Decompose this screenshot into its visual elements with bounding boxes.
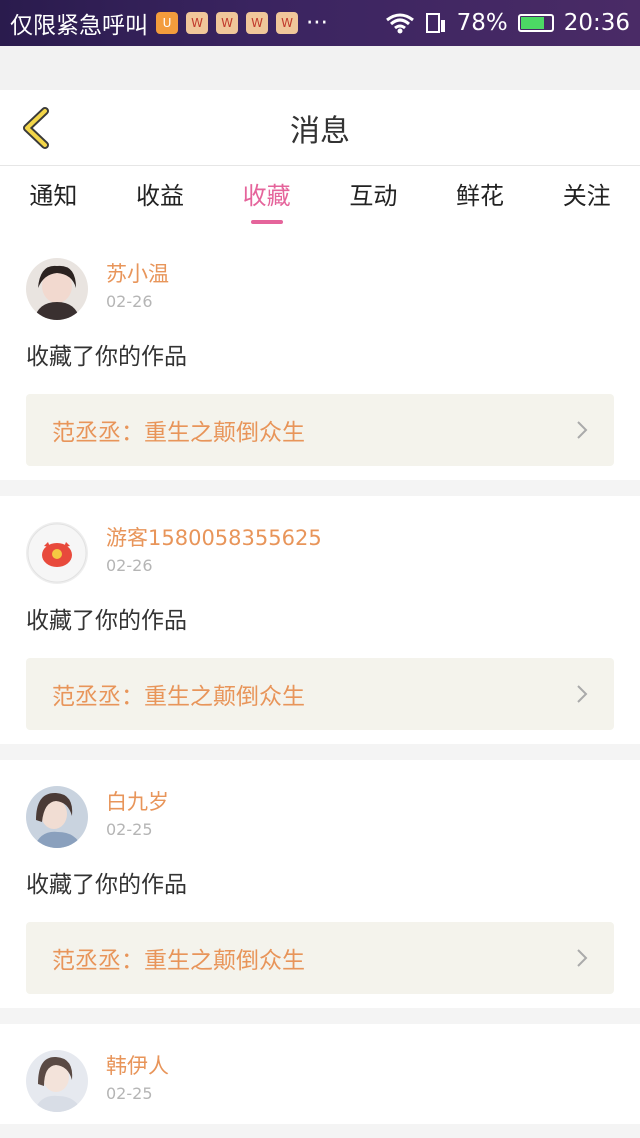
chevron-right-icon (577, 685, 588, 703)
avatar[interactable] (26, 522, 88, 584)
username[interactable]: 白九岁 (106, 788, 169, 816)
active-tab-indicator (250, 220, 283, 224)
tab-flowers[interactable]: 鲜花 (427, 166, 534, 232)
spacer (0, 46, 640, 90)
clock: 20:36 (563, 10, 630, 36)
list-item: 苏小温 02-26 收藏了你的作品 范丞丞：重生之颠倒众生 (0, 232, 640, 480)
tab-bar: 通知 收益 收藏 互动 鲜花 关注 (0, 166, 640, 232)
page-title: 消息 (290, 113, 350, 149)
sim-icon (425, 13, 445, 33)
list-item: 游客1580058355625 02-26 收藏了你的作品 范丞丞：重生之颠倒众… (0, 496, 640, 744)
back-button[interactable] (16, 104, 56, 152)
work-link[interactable]: 范丞丞：重生之颠倒众生 (26, 394, 614, 466)
timestamp: 02-26 (106, 292, 153, 311)
uc-browser-icon: U (156, 12, 178, 34)
work-title: 范丞丞：重生之颠倒众生 (52, 948, 305, 974)
chevron-right-icon (577, 421, 588, 439)
username[interactable]: 韩伊人 (106, 1052, 169, 1080)
tab-label: 收藏 (242, 182, 291, 210)
timestamp: 02-25 (106, 820, 153, 839)
chevron-left-icon (23, 107, 49, 149)
weibo-icon: W (276, 12, 298, 34)
status-right: 78% 20:36 (385, 10, 630, 36)
tab-follow[interactable]: 关注 (533, 166, 640, 232)
tab-label: 鲜花 (456, 182, 505, 210)
work-title: 范丞丞：重生之颠倒众生 (52, 684, 305, 710)
timestamp: 02-25 (106, 1084, 153, 1103)
work-link[interactable]: 范丞丞：重生之颠倒众生 (26, 922, 614, 994)
username[interactable]: 游客1580058355625 (106, 524, 322, 552)
tab-label: 收益 (136, 182, 184, 210)
battery-icon (517, 14, 554, 32)
action-text: 收藏了你的作品 (26, 344, 187, 370)
work-title: 范丞丞：重生之颠倒众生 (52, 420, 305, 446)
list-item: 韩伊人 02-25 (0, 1024, 640, 1124)
weibo-icon: W (246, 12, 268, 34)
chevron-right-icon (577, 949, 588, 967)
action-text: 收藏了你的作品 (26, 608, 187, 634)
tab-interaction[interactable]: 互动 (320, 166, 427, 232)
tab-label: 关注 (562, 182, 611, 210)
header: 消息 (0, 90, 640, 166)
avatar[interactable] (26, 258, 88, 320)
battery-percent: 78% (456, 10, 508, 36)
weibo-icon: W (216, 12, 238, 34)
weibo-icon: W (186, 12, 208, 34)
wifi-icon (385, 13, 414, 34)
tab-notice[interactable]: 通知 (0, 166, 107, 232)
work-link[interactable]: 范丞丞：重生之颠倒众生 (26, 658, 614, 730)
username[interactable]: 苏小温 (106, 260, 169, 288)
status-left: 仅限紧急呼叫 U W W W W ··· (10, 6, 385, 40)
tab-label: 互动 (349, 182, 398, 210)
more-notifications-icon: ··· (306, 10, 328, 36)
avatar[interactable] (26, 1050, 88, 1112)
avatar[interactable] (26, 786, 88, 848)
carrier-text: 仅限紧急呼叫 (10, 13, 148, 39)
tab-favorites[interactable]: 收藏 (213, 166, 320, 232)
message-list: 苏小温 02-26 收藏了你的作品 范丞丞：重生之颠倒众生 游客15800583… (0, 232, 640, 1124)
timestamp: 02-26 (106, 556, 153, 575)
action-text: 收藏了你的作品 (26, 872, 187, 898)
list-item: 白九岁 02-25 收藏了你的作品 范丞丞：重生之颠倒众生 (0, 760, 640, 1008)
tab-earnings[interactable]: 收益 (107, 166, 214, 232)
tab-label: 通知 (29, 182, 78, 210)
status-bar: 仅限紧急呼叫 U W W W W ··· 78% 20:36 (0, 0, 640, 46)
